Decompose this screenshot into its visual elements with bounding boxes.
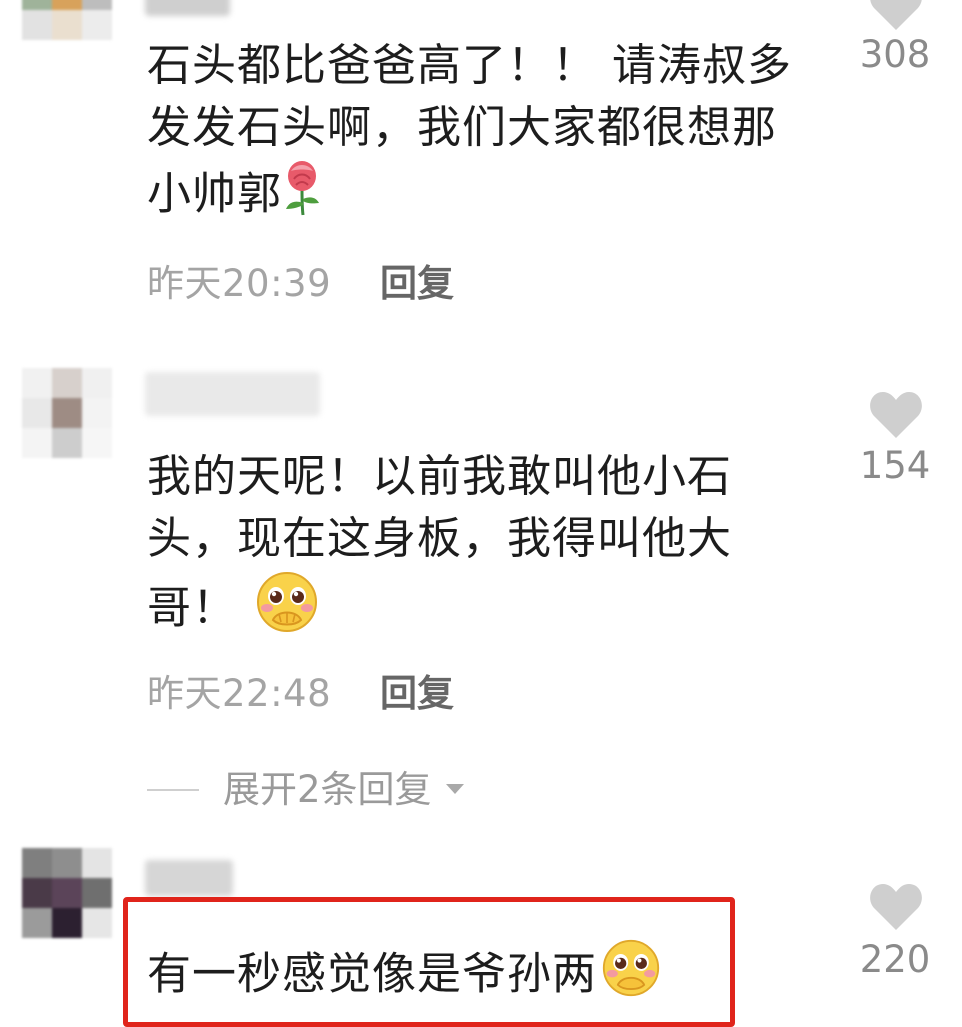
avatar[interactable]	[22, 848, 112, 938]
rose-icon	[282, 159, 322, 234]
comment-time: 昨天20:39	[147, 262, 332, 305]
expand-replies[interactable]: 展开2条回复	[147, 768, 466, 812]
like-button[interactable]	[868, 390, 924, 440]
avatar[interactable]	[22, 0, 112, 40]
comment-line: 小帅郭	[147, 159, 847, 234]
comment-line: 石头都比爸爸高了！！ 请涛叔多	[147, 40, 792, 91]
comment-line: 哥！	[147, 570, 847, 651]
heart-icon[interactable]	[868, 882, 924, 932]
comment-time: 昨天22:48	[147, 672, 332, 715]
username-blurred[interactable]	[145, 372, 320, 416]
comment-body: 有一秒感觉像是爷孙两	[147, 938, 747, 1015]
comment-body: 石头都比爸爸高了！！ 请涛叔多 发发石头啊，我们大家都很想那 小帅郭	[147, 35, 847, 234]
comment-line: 头，现在这身板，我得叫他大	[147, 513, 732, 564]
like-count: 220	[859, 938, 931, 981]
heart-icon[interactable]	[868, 0, 924, 32]
like-count: 154	[859, 444, 931, 487]
shy-face-icon	[601, 938, 661, 1015]
comment-line: 我的天呢！以前我敢叫他小石	[147, 451, 732, 502]
comment-line-text: 哥！	[147, 582, 237, 634]
comment-line: 发发石头啊，我们大家都很想那	[147, 102, 777, 153]
like-count: 308	[859, 33, 931, 76]
username-blurred[interactable]	[145, 860, 233, 896]
like-button[interactable]	[868, 0, 924, 32]
like-button[interactable]	[868, 882, 924, 932]
expand-replies-label[interactable]: 展开2条回复	[223, 768, 432, 812]
reply-button[interactable]: 回复	[380, 672, 454, 716]
shy-face-icon	[255, 570, 319, 651]
divider	[147, 789, 199, 791]
reply-button[interactable]: 回复	[380, 262, 454, 306]
comment-body: 我的天呢！以前我敢叫他小石 头，现在这身板，我得叫他大 哥！	[147, 446, 847, 651]
comment-line-text: 小帅郭	[147, 168, 282, 220]
username-blurred[interactable]	[145, 0, 230, 16]
caret-down-icon[interactable]	[444, 781, 466, 800]
avatar[interactable]	[22, 368, 112, 458]
heart-icon[interactable]	[868, 390, 924, 440]
